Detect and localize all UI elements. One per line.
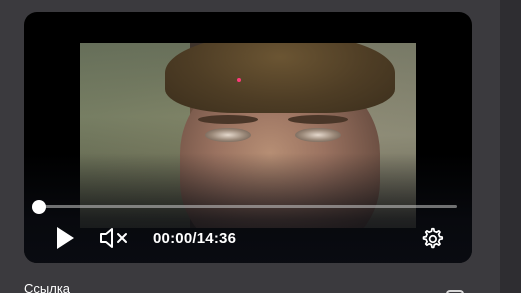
controls-gradient	[24, 153, 472, 263]
play-icon	[57, 227, 74, 249]
time-display: 00:00/14:36	[153, 230, 236, 247]
progress-bar[interactable]	[39, 205, 457, 208]
video-brow-left	[198, 115, 258, 124]
mute-button[interactable]	[98, 226, 132, 250]
page: 00:00/14:36 Ссылка	[0, 0, 521, 293]
video-red-spot	[237, 78, 241, 82]
video-player[interactable]: 00:00/14:36	[24, 12, 472, 263]
scrollbar[interactable]	[500, 0, 521, 293]
volume-muted-icon	[100, 228, 127, 248]
video-hair	[165, 43, 395, 113]
progress-knob[interactable]	[32, 200, 46, 214]
link-label: Ссылка	[24, 281, 71, 293]
gear-icon	[422, 227, 444, 249]
video-eye-right	[295, 128, 341, 142]
settings-button[interactable]	[418, 225, 446, 253]
duration: 14:36	[196, 230, 237, 247]
video-brow-right	[288, 115, 348, 124]
play-button[interactable]	[52, 225, 78, 251]
current-time: 00:00	[153, 230, 193, 247]
video-eye-left	[205, 128, 251, 142]
